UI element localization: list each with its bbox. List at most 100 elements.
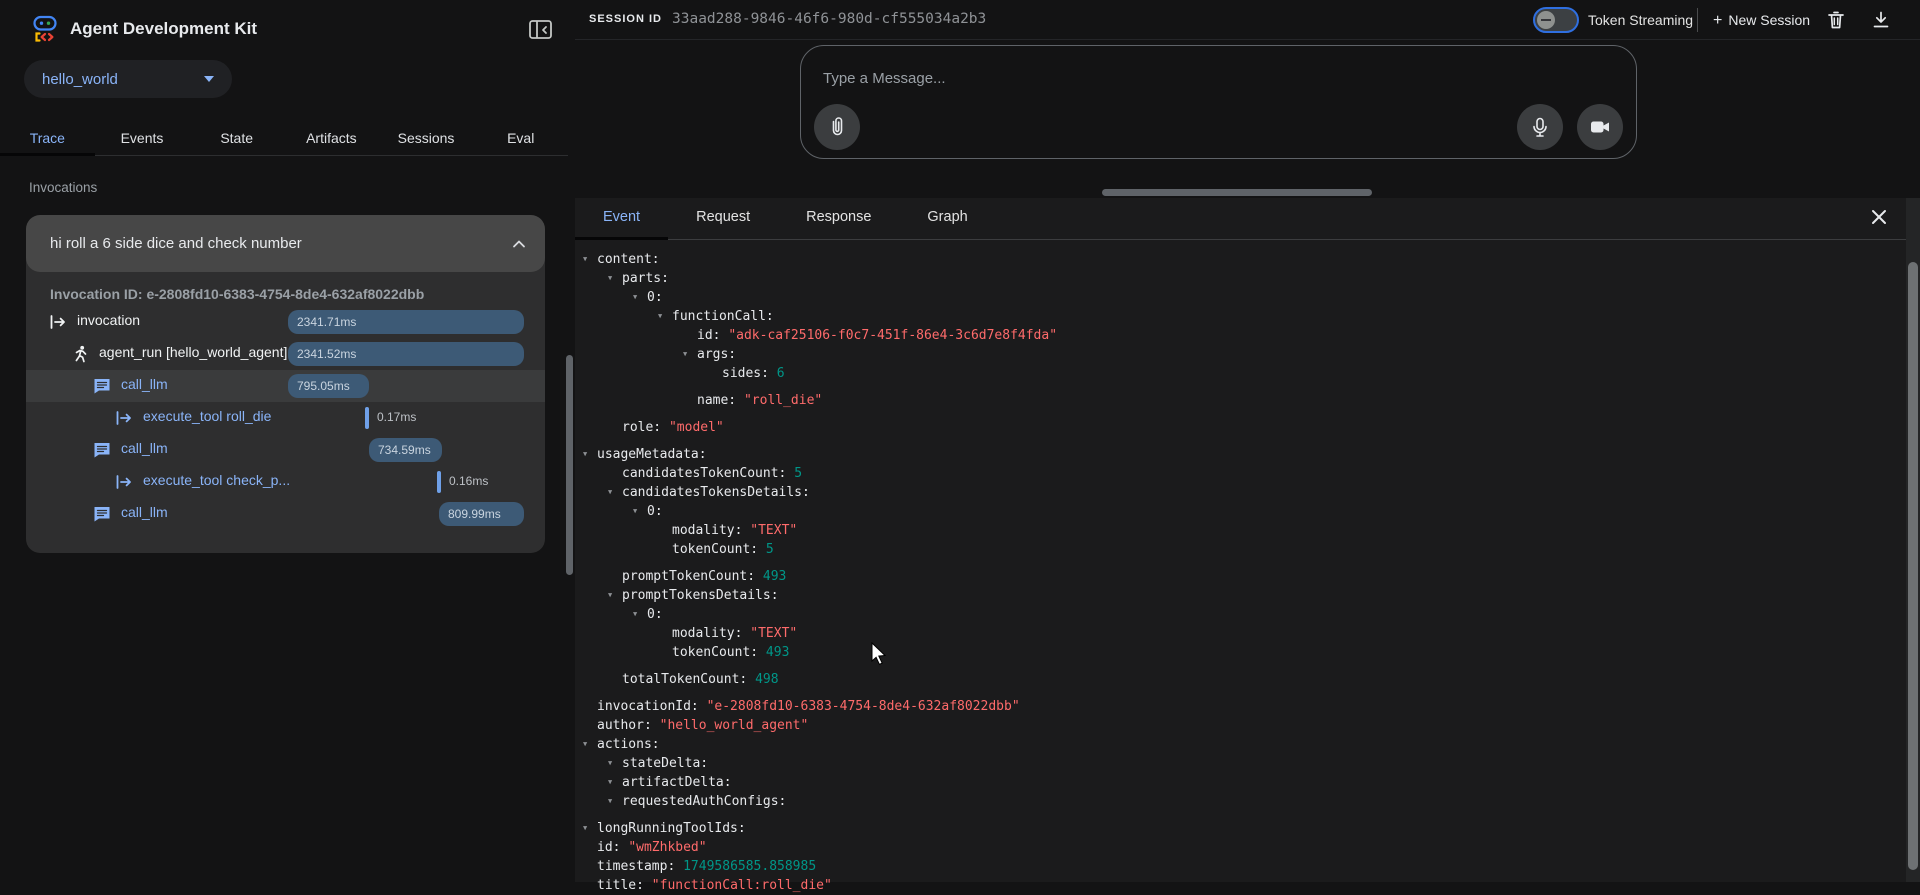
trace-span-call-llm[interactable]: call_llm809.99ms [26,498,545,530]
json-line-actions[interactable]: ▼actions: [583,735,1057,754]
json-line-longRunningToolIds[interactable]: ▼longRunningToolIds: [583,819,1057,838]
expand-triangle-icon[interactable]: ▼ [633,502,647,521]
expand-triangle-icon[interactable]: ▼ [583,250,597,269]
expand-triangle-icon[interactable]: ▼ [658,307,672,326]
json-line-timestamp: timestamp: 1749586585.858985 [583,857,1057,876]
toggle-knob [1537,11,1555,29]
mouse-cursor [870,642,888,666]
sidebar: Agent Development Kit hello_world TraceE… [0,0,568,882]
trace-span-execute-tool-check-p-[interactable]: execute_tool check_p...0.16ms [26,466,545,498]
trace-span-execute-tool-roll-die[interactable]: execute_tool roll_die0.17ms [26,402,545,434]
json-line-modality: modality: "TEXT" [583,624,1057,643]
horizontal-scrollbar[interactable] [1102,189,1372,196]
sidebar-tabs: TraceEventsStateArtifactsSessionsEval [0,125,568,156]
expand-triangle-icon[interactable]: ▼ [583,445,597,464]
download-session-icon[interactable] [1870,9,1892,31]
detail-tab-graph[interactable]: Graph [899,198,995,239]
trace-span-invocation[interactable]: invocation2341.71ms [26,306,545,338]
expand-triangle-icon[interactable]: ▼ [633,605,647,624]
expand-triangle-icon[interactable]: ▼ [608,773,622,792]
token-streaming-toggle[interactable] [1533,7,1579,33]
json-line-totalTokenCount: totalTokenCount: 498 [583,670,1057,689]
topbar-divider [1697,8,1698,32]
chevron-down-icon [204,76,214,82]
sidebar-tab-state[interactable]: State [189,125,284,155]
expand-triangle-icon[interactable]: ▼ [608,792,622,811]
json-line-usageMetadata[interactable]: ▼usageMetadata: [583,445,1057,464]
sidebar-tab-eval[interactable]: Eval [473,125,568,155]
expand-triangle-icon[interactable]: ▼ [583,819,597,838]
expand-triangle-icon[interactable]: ▼ [608,269,622,288]
trace-duration-label: 0.17ms [377,410,416,424]
json-line-promptTokensDetails[interactable]: ▼promptTokensDetails: [583,586,1057,605]
sidebar-tab-artifacts[interactable]: Artifacts [284,125,379,155]
json-line-args[interactable]: ▼args: [583,345,1057,364]
json-line-id: id: "wmZhkbed" [583,838,1057,857]
sidebar-tab-trace[interactable]: Trace [0,125,95,155]
json-line-artifactDelta[interactable]: ▼artifactDelta: [583,773,1057,792]
invocation-prompt: hi roll a 6 side dice and check number [50,235,511,252]
trace-span-label: call_llm [121,376,168,392]
session-id-label: SESSION ID [589,13,662,25]
json-line-parts[interactable]: ▼parts: [583,269,1057,288]
invocation-id: Invocation ID: e-2808fd10-6383-4754-8de4… [50,286,545,302]
expand-triangle-icon[interactable]: ▼ [583,735,597,754]
plus-icon: + [1713,12,1722,29]
close-icon[interactable] [1865,203,1893,231]
new-session-button[interactable]: +New Session [1713,12,1810,30]
trace-span-list: invocation2341.71ms agent_run [hello_wor… [26,306,545,530]
agent-select-dropdown[interactable]: hello_world [24,60,232,98]
sidebar-tab-events[interactable]: Events [95,125,190,155]
json-line-promptTokenCount: promptTokenCount: 493 [583,567,1057,586]
trace-span-call-llm[interactable]: call_llm734.59ms [26,434,545,466]
attach-file-icon[interactable] [814,104,860,150]
trace-span-label: call_llm [121,440,168,456]
delete-session-icon[interactable] [1825,9,1847,31]
expand-triangle-icon[interactable]: ▼ [633,288,647,307]
trace-span-label: execute_tool check_p... [143,472,290,488]
trace-duration-bar: 809.99ms [439,502,524,526]
invocations-label: Invocations [29,180,97,195]
json-line-title: title: "functionCall:roll_die" [583,876,1057,895]
json-line-requestedAuthConfigs[interactable]: ▼requestedAuthConfigs: [583,792,1057,811]
json-line-stateDelta[interactable]: ▼stateDelta: [583,754,1057,773]
json-line-modality: modality: "TEXT" [583,521,1057,540]
detail-tab-event[interactable]: Event [575,198,668,239]
json-line-content[interactable]: ▼content: [583,250,1057,269]
chat-area: Type a Message... [575,41,1920,198]
expand-triangle-icon[interactable]: ▼ [608,754,622,773]
message-placeholder: Type a Message... [823,70,946,87]
trace-span-call-llm[interactable]: call_llm 795.05ms [26,370,545,402]
invocation-card: hi roll a 6 side dice and check number I… [26,215,545,553]
json-line-tokenCount: tokenCount: 493 [583,643,1057,662]
expand-triangle-icon[interactable]: ▼ [683,345,697,364]
invocation-card-header[interactable]: hi roll a 6 side dice and check number [26,215,545,272]
collapse-sidebar-icon[interactable] [528,18,554,42]
message-input-box[interactable]: Type a Message... [800,45,1637,159]
sidebar-tab-sessions[interactable]: Sessions [379,125,474,155]
json-line-0[interactable]: ▼0: [583,502,1057,521]
enter-arrow-icon [115,473,133,491]
trace-span-agent-run-hello-world-agent-[interactable]: agent_run [hello_world_agent]2341.52ms [26,338,545,370]
detail-tab-request[interactable]: Request [668,198,778,239]
sidebar-scrollbar[interactable] [566,355,573,575]
json-line-candidatesTokensDetails[interactable]: ▼candidatesTokensDetails: [583,483,1057,502]
trace-span-label: invocation [77,312,140,328]
json-line-0[interactable]: ▼0: [583,605,1057,624]
scrollbar-thumb[interactable] [1908,262,1918,870]
json-line-0[interactable]: ▼0: [583,288,1057,307]
agent-run-icon [71,345,89,363]
microphone-icon[interactable] [1517,104,1563,150]
app-title: Agent Development Kit [70,19,257,39]
chat-icon [93,377,111,395]
json-line-id: id: "adk-caf25106-f0c7-451f-86e4-3c6d7e8… [583,326,1057,345]
expand-triangle-icon[interactable]: ▼ [608,586,622,605]
agent-select-value: hello_world [42,71,204,88]
json-line-functionCall[interactable]: ▼functionCall: [583,307,1057,326]
detail-tab-response[interactable]: Response [778,198,899,239]
video-camera-icon[interactable] [1577,104,1623,150]
enter-arrow-icon [115,409,133,427]
adk-logo-icon [30,14,60,44]
expand-triangle-icon[interactable]: ▼ [608,483,622,502]
trace-duration-bar: 795.05ms [288,374,369,398]
